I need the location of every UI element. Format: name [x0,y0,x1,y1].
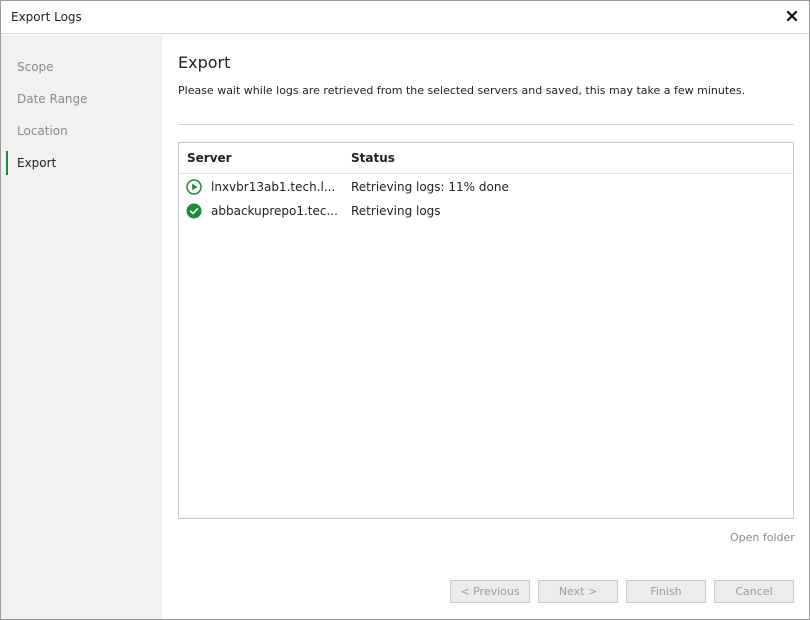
table-row[interactable]: lnxvbr13ab1.tech.l... Retrieving logs: 1… [179,175,793,199]
title-bar: Export Logs [1,1,809,34]
table-row[interactable]: abbackuprepo1.tec... Retrieving logs [179,199,793,223]
cancel-button[interactable]: Cancel [714,580,794,603]
finish-button[interactable]: Finish [626,580,706,603]
sidebar-item-location[interactable]: Location [1,119,162,143]
previous-button[interactable]: < Previous [450,580,530,603]
window-title: Export Logs [11,10,82,24]
export-logs-window: Export Logs Scope Date Range Location Ex… [0,0,810,620]
column-header-status[interactable]: Status [351,151,395,165]
sidebar-item-date-range[interactable]: Date Range [1,87,162,111]
server-name: lnxvbr13ab1.tech.l... [211,180,336,194]
close-icon[interactable] [783,7,801,25]
server-status: Retrieving logs [351,204,441,218]
main-content: Export Please wait while logs are retrie… [162,35,809,619]
sidebar-item-export[interactable]: Export [1,151,162,175]
divider [178,124,794,125]
column-header-server[interactable]: Server [187,151,232,165]
server-name: abbackuprepo1.tec... [211,204,338,218]
check-circle-icon [186,203,202,219]
open-folder-link[interactable]: Open folder [730,531,795,544]
sidebar-item-scope[interactable]: Scope [1,55,162,79]
table-header: Server Status [179,143,793,174]
page-title: Export [178,53,231,72]
wizard-steps-sidebar: Scope Date Range Location Export [1,35,162,619]
next-button[interactable]: Next > [538,580,618,603]
server-status: Retrieving logs: 11% done [351,180,509,194]
servers-table: Server Status lnxvbr13ab1.tech.l... Retr… [178,142,794,519]
page-description: Please wait while logs are retrieved fro… [178,84,746,97]
play-circle-icon [186,179,202,195]
